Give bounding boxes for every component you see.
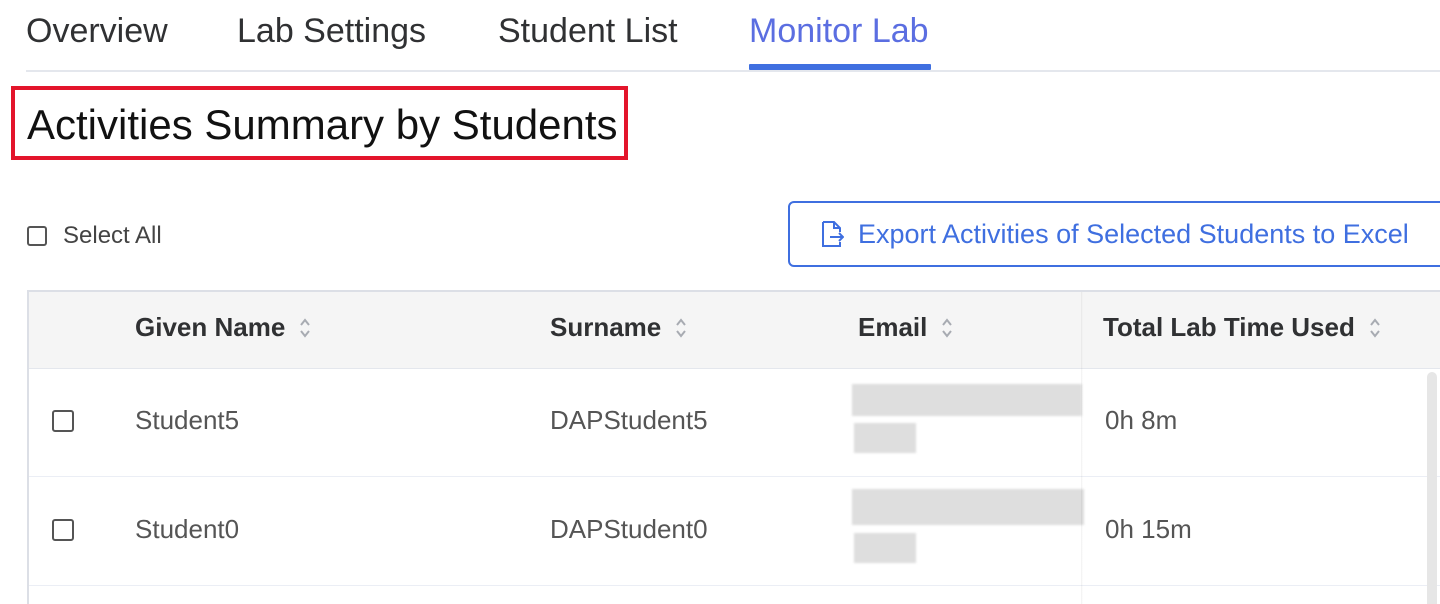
fixed-column-divider (1081, 292, 1083, 604)
column-header-label: Email (858, 312, 928, 342)
column-header-email[interactable]: Email (858, 312, 953, 343)
tab-overview[interactable]: Overview (26, 12, 168, 51)
column-header-given-name[interactable]: Given Name (135, 312, 311, 343)
row-checkbox[interactable] (52, 410, 74, 432)
page-title: Activities Summary by Students (27, 101, 618, 148)
table-row[interactable]: Student5 DAPStudent5 0h 8m (29, 368, 1440, 477)
export-button[interactable]: Export Activities of Selected Students t… (788, 201, 1440, 267)
page: Overview Lab Settings Student List Monit… (0, 0, 1440, 604)
column-header-surname[interactable]: Surname (550, 312, 687, 343)
export-file-icon (822, 221, 844, 247)
vertical-scrollbar[interactable] (1427, 372, 1437, 604)
active-tab-indicator (749, 64, 931, 70)
select-all-control[interactable]: Select All (27, 222, 162, 250)
sort-icon[interactable] (941, 316, 953, 340)
row-checkbox[interactable] (52, 519, 74, 541)
sort-icon[interactable] (299, 316, 311, 340)
given-name-cell: Student0 (135, 514, 240, 544)
export-button-label: Export Activities of Selected Students t… (858, 218, 1409, 249)
select-all-label: Select All (63, 222, 162, 249)
sort-icon[interactable] (1369, 316, 1381, 340)
column-header-label: Given Name (135, 312, 286, 342)
students-table: Given Name Surname Email Total Lab Time … (27, 290, 1440, 604)
column-header-total-lab-time[interactable]: Total Lab Time Used (1103, 312, 1381, 343)
select-all-checkbox[interactable] (27, 226, 47, 246)
tab-monitor-lab[interactable]: Monitor Lab (749, 12, 929, 51)
column-header-label: Surname (550, 312, 662, 342)
table-header: Given Name Surname Email Total Lab Time … (29, 292, 1440, 369)
surname-cell: DAPStudent5 (550, 405, 708, 435)
column-header-label: Total Lab Time Used (1103, 312, 1355, 342)
lab-time-cell: 0h 8m (1105, 405, 1178, 435)
tab-bar: Overview Lab Settings Student List Monit… (26, 0, 1440, 72)
sort-icon[interactable] (675, 316, 687, 340)
table-row[interactable]: Student0 DAPStudent0 0h 15m (29, 477, 1440, 586)
given-name-cell: Student5 (135, 405, 240, 435)
tab-student-list[interactable]: Student List (498, 12, 678, 51)
surname-cell: DAPStudent0 (550, 514, 708, 544)
tab-lab-settings[interactable]: Lab Settings (237, 12, 426, 51)
lab-time-cell: 0h 15m (1105, 514, 1192, 544)
